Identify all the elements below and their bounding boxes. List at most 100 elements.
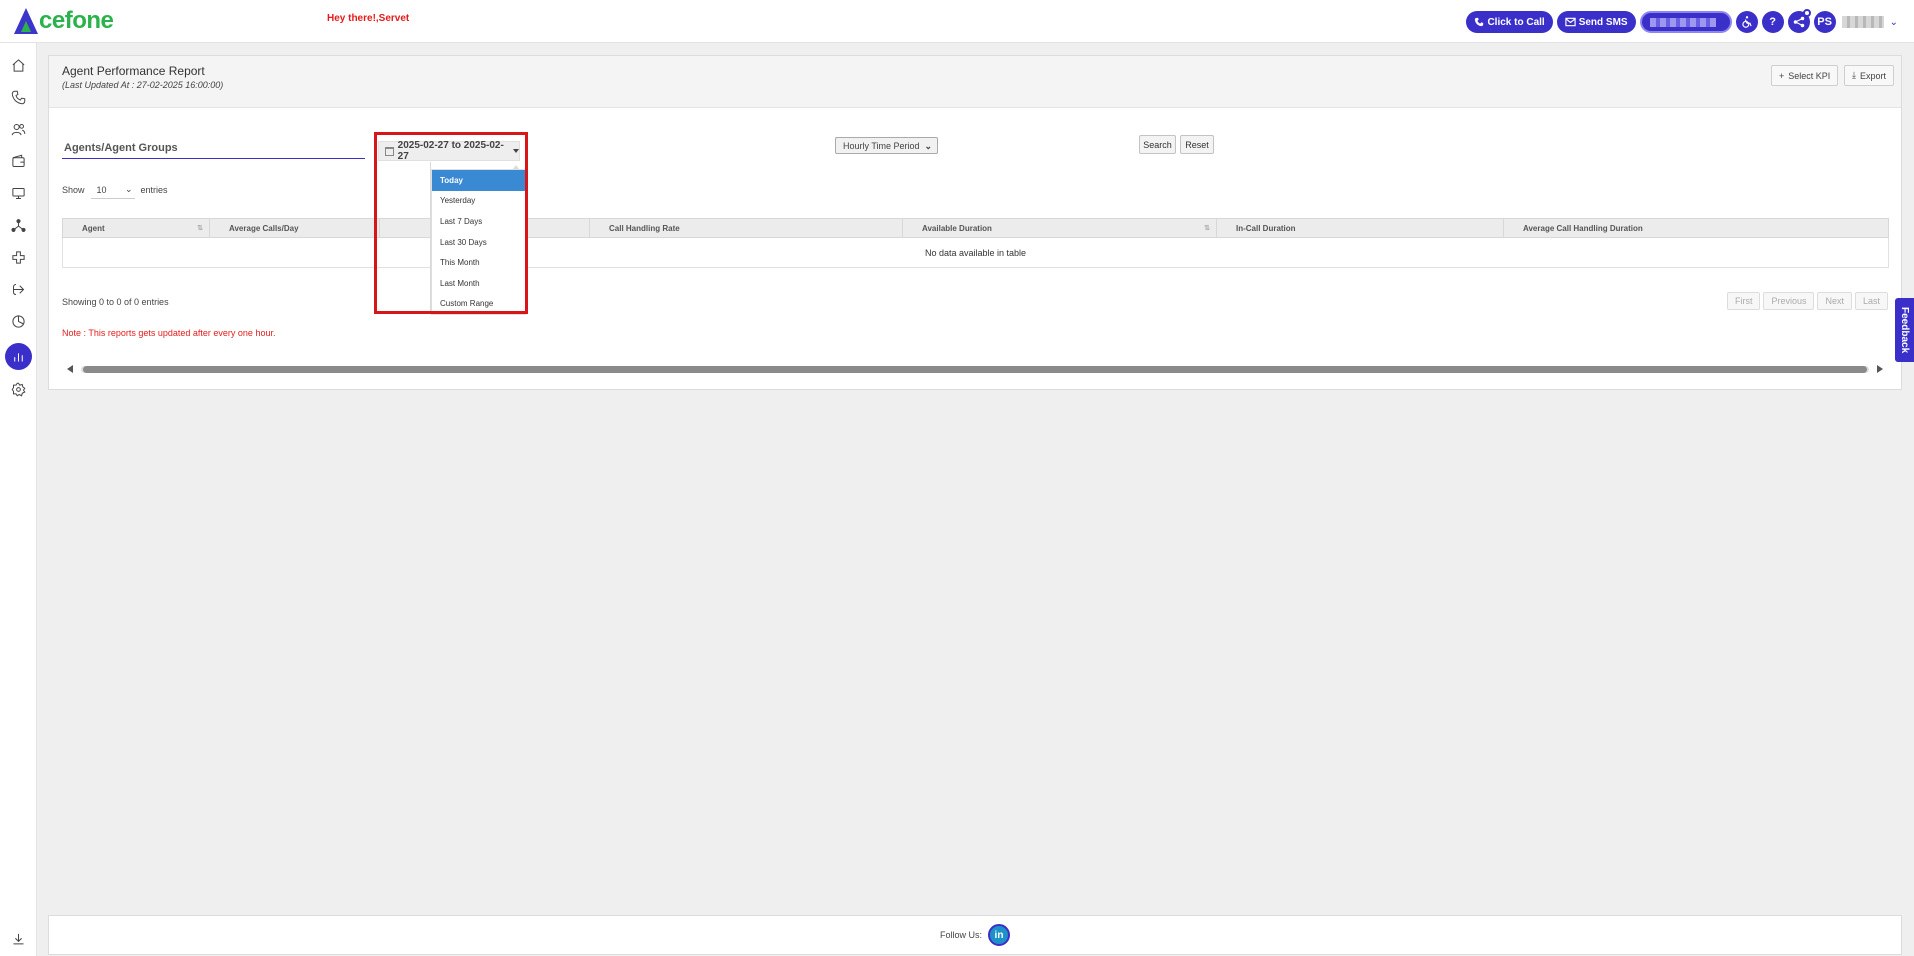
top-bar: cefone Hey there!,Servet Click to Call S… xyxy=(0,0,1914,43)
previous-page-button[interactable]: Previous xyxy=(1763,292,1815,310)
linkedin-icon[interactable]: in xyxy=(988,924,1010,946)
scroll-right-icon[interactable] xyxy=(1877,365,1883,373)
chevron-down-icon: ⌄ xyxy=(124,184,133,194)
highlight-box xyxy=(374,132,528,314)
last-updated-text: (Last Updated At : 27-02-2025 16:00:00) xyxy=(62,80,224,90)
column-header[interactable]: In-Call Duration xyxy=(1216,218,1504,238)
sidebar-item-users[interactable] xyxy=(9,120,27,138)
follow-us-label: Follow Us: xyxy=(939,930,982,940)
user-initials: PS xyxy=(1817,16,1832,28)
monitor-icon xyxy=(11,187,25,199)
first-page-button[interactable]: First xyxy=(1726,292,1761,310)
puzzle-icon xyxy=(11,250,25,264)
next-page-button[interactable]: Next xyxy=(1817,292,1852,310)
sidebar-item-monitor[interactable] xyxy=(9,184,27,202)
empty-table-message: No data available in table xyxy=(62,237,1889,268)
logo-mark-icon xyxy=(14,8,38,34)
phone-icon xyxy=(1475,17,1484,27)
pie-chart-icon xyxy=(11,314,25,328)
phone-icon xyxy=(11,90,25,104)
feedback-tab[interactable]: Feedback xyxy=(1895,298,1914,362)
user-avatar[interactable]: PS xyxy=(1813,11,1836,33)
table-row: No data available in table xyxy=(62,237,1889,268)
user-name-blurred[interactable] xyxy=(1841,16,1884,28)
accessibility-button[interactable] xyxy=(1735,11,1758,33)
export-label: Export xyxy=(1859,70,1886,81)
sort-icon: ⇅ xyxy=(1204,225,1210,232)
wallet-icon xyxy=(11,154,25,167)
page-title: Agent Performance Report xyxy=(62,64,205,78)
pagination: First Previous Next Last xyxy=(1726,292,1888,310)
sidebar-item-reports[interactable] xyxy=(5,343,32,370)
send-sms-label: Send SMS xyxy=(1578,16,1628,28)
time-period-value: Hourly Time Period xyxy=(843,140,920,151)
network-icon xyxy=(10,218,26,232)
sidebar-item-routing[interactable] xyxy=(9,280,27,298)
footer: Follow Us: in xyxy=(48,915,1902,955)
mail-icon xyxy=(1565,17,1576,27)
download-icon: ⤓ xyxy=(1852,70,1856,80)
integrations-button[interactable] xyxy=(1787,9,1811,33)
help-icon: ? xyxy=(1769,16,1776,28)
table-header-row: Agent ⇅ Average Calls/Day Call Handling R… xyxy=(62,218,1889,238)
sidebar-item-home[interactable] xyxy=(9,56,27,74)
time-period-select[interactable]: Hourly Time Period ⌄ xyxy=(835,137,938,154)
report-table: Agent ⇅ Average Calls/Day Call Handling R… xyxy=(62,218,1889,268)
click-to-call-button[interactable]: Click to Call xyxy=(1466,11,1553,33)
sidebar-item-analytics[interactable] xyxy=(9,312,27,330)
sidebar-item-wallet[interactable] xyxy=(9,152,27,170)
sidebar-item-network[interactable] xyxy=(9,216,27,234)
help-button[interactable]: ? xyxy=(1761,11,1784,33)
bar-chart-icon xyxy=(14,353,23,362)
sidebar-item-settings[interactable] xyxy=(9,380,27,398)
show-label: Show xyxy=(62,185,85,195)
horizontal-scrollbar[interactable] xyxy=(61,364,1889,375)
column-header[interactable]: Average Call Handling Duration xyxy=(1503,218,1889,238)
report-header: Agent Performance Report (Last Updated A… xyxy=(49,56,1901,108)
routing-icon xyxy=(12,283,24,295)
last-page-button[interactable]: Last xyxy=(1854,292,1888,310)
chevron-down-icon[interactable]: ⌄ xyxy=(1890,17,1898,28)
update-note: Note : This reports gets updated after e… xyxy=(62,328,276,338)
click-to-call-label: Click to Call xyxy=(1487,16,1545,28)
sidebar-item-integrations[interactable] xyxy=(9,248,27,266)
column-header[interactable]: Call Handling Rate xyxy=(589,218,903,238)
caller-id-blurred xyxy=(1649,17,1716,27)
top-actions: Click to Call Send SMS ? PS ⌄ xyxy=(1466,9,1898,33)
page-size-select[interactable]: 10 ⌄ xyxy=(90,181,135,199)
plus-icon: + xyxy=(1779,70,1785,81)
showing-info: Showing 0 to 0 of 0 entries xyxy=(62,297,169,307)
column-header[interactable]: Available Duration ⇅ xyxy=(902,218,1217,238)
chevron-down-icon: ⌄ xyxy=(924,141,932,151)
sidebar-item-calls[interactable] xyxy=(9,88,27,106)
export-button[interactable]: ⤓ Export xyxy=(1844,65,1894,86)
send-sms-button[interactable]: Send SMS xyxy=(1556,11,1636,33)
sidebar xyxy=(0,43,37,956)
agents-filter-underline xyxy=(62,158,365,159)
entries-label: entries xyxy=(140,185,168,195)
sort-icon: ⇅ xyxy=(197,225,203,232)
logo-text: cefone xyxy=(39,7,114,34)
caller-id-selector[interactable] xyxy=(1639,11,1732,33)
column-header[interactable]: Average Calls/Day xyxy=(209,218,380,238)
greeting-text: Hey there!,Servet xyxy=(327,13,410,24)
download-icon xyxy=(13,933,23,944)
settings-icon xyxy=(11,382,25,396)
select-kpi-label: Select KPI xyxy=(1788,70,1831,81)
home-icon xyxy=(12,58,24,72)
acefone-logo[interactable]: cefone xyxy=(14,5,114,37)
report-card: Agent Performance Report (Last Updated A… xyxy=(48,55,1902,390)
agents-filter-input[interactable]: Agents/Agent Groups xyxy=(64,142,178,154)
sidebar-item-downloads[interactable] xyxy=(9,930,27,948)
accessibility-icon xyxy=(1741,16,1752,28)
scroll-thumb[interactable] xyxy=(83,366,1867,373)
search-button[interactable]: Search xyxy=(1139,135,1176,154)
reset-button[interactable]: Reset xyxy=(1180,135,1214,154)
share-nodes-icon xyxy=(1793,16,1804,28)
select-kpi-button[interactable]: + Select KPI xyxy=(1771,65,1839,86)
scroll-left-icon[interactable] xyxy=(67,365,73,373)
page-size-control: Show 10 ⌄ entries xyxy=(62,181,168,199)
users-icon xyxy=(11,123,25,135)
notification-dot-icon xyxy=(1802,9,1811,17)
column-header[interactable]: Agent ⇅ xyxy=(62,218,210,238)
